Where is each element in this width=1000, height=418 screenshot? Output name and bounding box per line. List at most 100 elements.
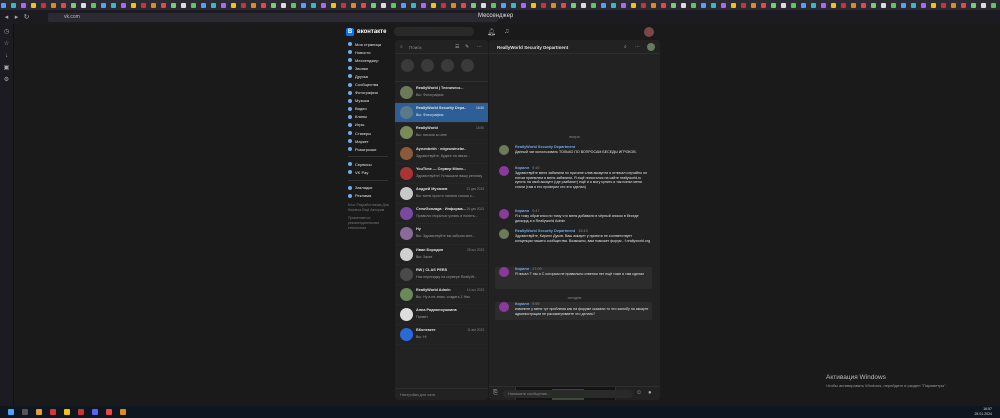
menu-item[interactable]: Сообщества — [342, 80, 394, 88]
browser-tab-favicon-icon[interactable] — [731, 2, 736, 8]
browser-tab-strip[interactable] — [0, 0, 1000, 10]
browser-tab-favicon-icon[interactable] — [511, 2, 516, 8]
emoji-icon[interactable]: ☺ — [636, 390, 642, 396]
back-icon[interactable]: ◂ — [3, 14, 10, 21]
chat-list-item[interactable]: ReallyWorld 16:50 Вы: писали ко мне — [395, 123, 488, 144]
browser-tab-favicon-icon[interactable] — [141, 2, 146, 8]
more-icon[interactable]: ⋯ — [635, 44, 640, 50]
browser-icon[interactable] — [50, 409, 56, 415]
browser-tab-favicon-icon[interactable] — [161, 2, 166, 8]
app-icon[interactable] — [106, 409, 112, 415]
settings-icon[interactable]: ⚙ — [3, 77, 10, 84]
browser-tab-favicon-icon[interactable] — [971, 2, 976, 8]
browser-tab-favicon-icon[interactable] — [581, 2, 586, 8]
chat-list-item[interactable]: Ну Вы: Здравствуйте вы забыли мне... — [395, 224, 488, 245]
chat-list-footer[interactable]: Настройки для чата — [395, 388, 488, 400]
browser-tab-favicon-icon[interactable] — [281, 2, 286, 8]
browser-tab-favicon-icon[interactable] — [341, 2, 346, 8]
menu-item[interactable]: Закладки — [342, 184, 394, 192]
message[interactable]: Кирилл 9:47 Я к тому обратился по тому что… — [495, 209, 652, 227]
browser-tab-favicon-icon[interactable] — [661, 2, 666, 8]
browser-tab-favicon-icon[interactable] — [591, 2, 596, 8]
browser-tab-favicon-icon[interactable] — [71, 2, 76, 8]
browser-tab-favicon-icon[interactable] — [291, 2, 296, 8]
browser-tab-favicon-icon[interactable] — [751, 2, 756, 8]
browser-tab-favicon-icon[interactable] — [61, 2, 66, 8]
music-icon[interactable]: ♫ — [504, 28, 509, 35]
downloads-icon[interactable]: ↓ — [3, 53, 10, 60]
browser-tab-favicon-icon[interactable] — [671, 2, 676, 8]
message-avatar[interactable] — [499, 267, 509, 277]
message-author[interactable]: ReallyWorld Security Department — [515, 145, 578, 149]
browser-tab-favicon-icon[interactable] — [481, 2, 486, 8]
vk-search-input[interactable] — [394, 27, 474, 36]
browser-tab-favicon-icon[interactable] — [981, 2, 986, 8]
discord-icon[interactable] — [92, 409, 98, 415]
message-author[interactable]: Кирилл 17:09 — [515, 267, 542, 271]
browser-tab-favicon-icon[interactable] — [501, 2, 506, 8]
browser-tab-favicon-icon[interactable] — [151, 2, 156, 8]
browser-tab-favicon-icon[interactable] — [111, 2, 116, 8]
more-icon[interactable]: ⋯ — [477, 44, 482, 50]
browser-tab-favicon-icon[interactable] — [941, 2, 946, 8]
browser-tab-favicon-icon[interactable] — [431, 2, 436, 8]
browser-tab-favicon-icon[interactable] — [891, 2, 896, 8]
chat-list-item[interactable]: ReallyWorld Security Depa... 16:50 Вы: Фот… — [395, 103, 488, 124]
browser-tab-favicon-icon[interactable] — [871, 2, 876, 8]
reload-icon[interactable]: ↻ — [23, 14, 30, 21]
chat-list-item[interactable]: Андрей Мухачев 21 дек 2023 Вы: меня просто… — [395, 184, 488, 205]
compose-icon[interactable]: ✎ — [465, 44, 469, 50]
browser-tab-favicon-icon[interactable] — [911, 2, 916, 8]
browser-tab-favicon-icon[interactable] — [401, 2, 406, 8]
menu-item[interactable]: VK Pay — [342, 168, 394, 176]
message[interactable]: ReallyWorld Security Department 15:43 Здра… — [495, 229, 652, 263]
menu-footer-links[interactable]: Блог Разработчикам Для бизнеса Ещё Автор… — [348, 203, 392, 213]
start-icon[interactable] — [8, 409, 14, 415]
browser-tab-favicon-icon[interactable] — [521, 2, 526, 8]
browser-tab-favicon-icon[interactable] — [211, 2, 216, 8]
browser-tab-favicon-icon[interactable] — [771, 2, 776, 8]
bell-icon[interactable]: 🔔︎ — [487, 28, 496, 36]
browser-tab-favicon-icon[interactable] — [101, 2, 106, 8]
browser-tab-favicon-icon[interactable] — [561, 2, 566, 8]
browser-tab-favicon-icon[interactable] — [791, 2, 796, 8]
menu-item[interactable]: Клипы — [342, 113, 394, 121]
browser-tab-favicon-icon[interactable] — [311, 2, 316, 8]
browser-tab-favicon-icon[interactable] — [571, 2, 576, 8]
browser-tab-favicon-icon[interactable] — [351, 2, 356, 8]
browser-tab-favicon-icon[interactable] — [421, 2, 426, 8]
message-avatar[interactable] — [499, 166, 509, 176]
search-icon[interactable] — [22, 409, 28, 415]
browser-tab-favicon-icon[interactable] — [181, 2, 186, 8]
chat-list-item[interactable]: ReallyWorld Admin 14 окт 2023 Вы: Ну а не … — [395, 285, 488, 306]
menu-item[interactable]: Стикеры — [342, 129, 394, 137]
browser-tab-favicon-icon[interactable] — [91, 2, 96, 8]
browser-tab-favicon-icon[interactable] — [381, 2, 386, 8]
browser-tab-favicon-icon[interactable] — [321, 2, 326, 8]
bookmarks-icon[interactable]: ☆ — [3, 41, 10, 48]
browser-tab-favicon-icon[interactable] — [681, 2, 686, 8]
browser-tab-favicon-icon[interactable] — [51, 2, 56, 8]
browser-tab-favicon-icon[interactable] — [371, 2, 376, 8]
browser-tab-favicon-icon[interactable] — [721, 2, 726, 8]
browser-tab-favicon-icon[interactable] — [411, 2, 416, 8]
browser-tab-favicon-icon[interactable] — [241, 2, 246, 8]
menu-item[interactable]: Реклама — [342, 192, 394, 200]
browser-tab-favicon-icon[interactable] — [531, 2, 536, 8]
story-avatar[interactable] — [441, 59, 454, 72]
chat-list-item[interactable]: CrowGonzaga · Информа... 26 дек 2023 Прави… — [395, 204, 488, 225]
user-avatar[interactable] — [644, 27, 654, 37]
story-avatar[interactable] — [421, 59, 434, 72]
message-avatar[interactable] — [499, 302, 509, 312]
menu-item[interactable]: Звонки — [342, 64, 394, 72]
forward-icon[interactable]: ▸ — [13, 14, 20, 21]
address-bar[interactable]: vk.com — [48, 12, 498, 22]
browser-tab-favicon-icon[interactable] — [851, 2, 856, 8]
browser-tab-favicon-icon[interactable] — [811, 2, 816, 8]
browser-tab-favicon-icon[interactable] — [831, 2, 836, 8]
story-avatar[interactable] — [461, 59, 474, 72]
history-icon[interactable]: ◷ — [3, 29, 10, 36]
menu-item[interactable]: Розыгрыши — [342, 145, 394, 153]
menu-item[interactable]: Мессенджер — [342, 56, 394, 64]
browser-tab-favicon-icon[interactable] — [261, 2, 266, 8]
